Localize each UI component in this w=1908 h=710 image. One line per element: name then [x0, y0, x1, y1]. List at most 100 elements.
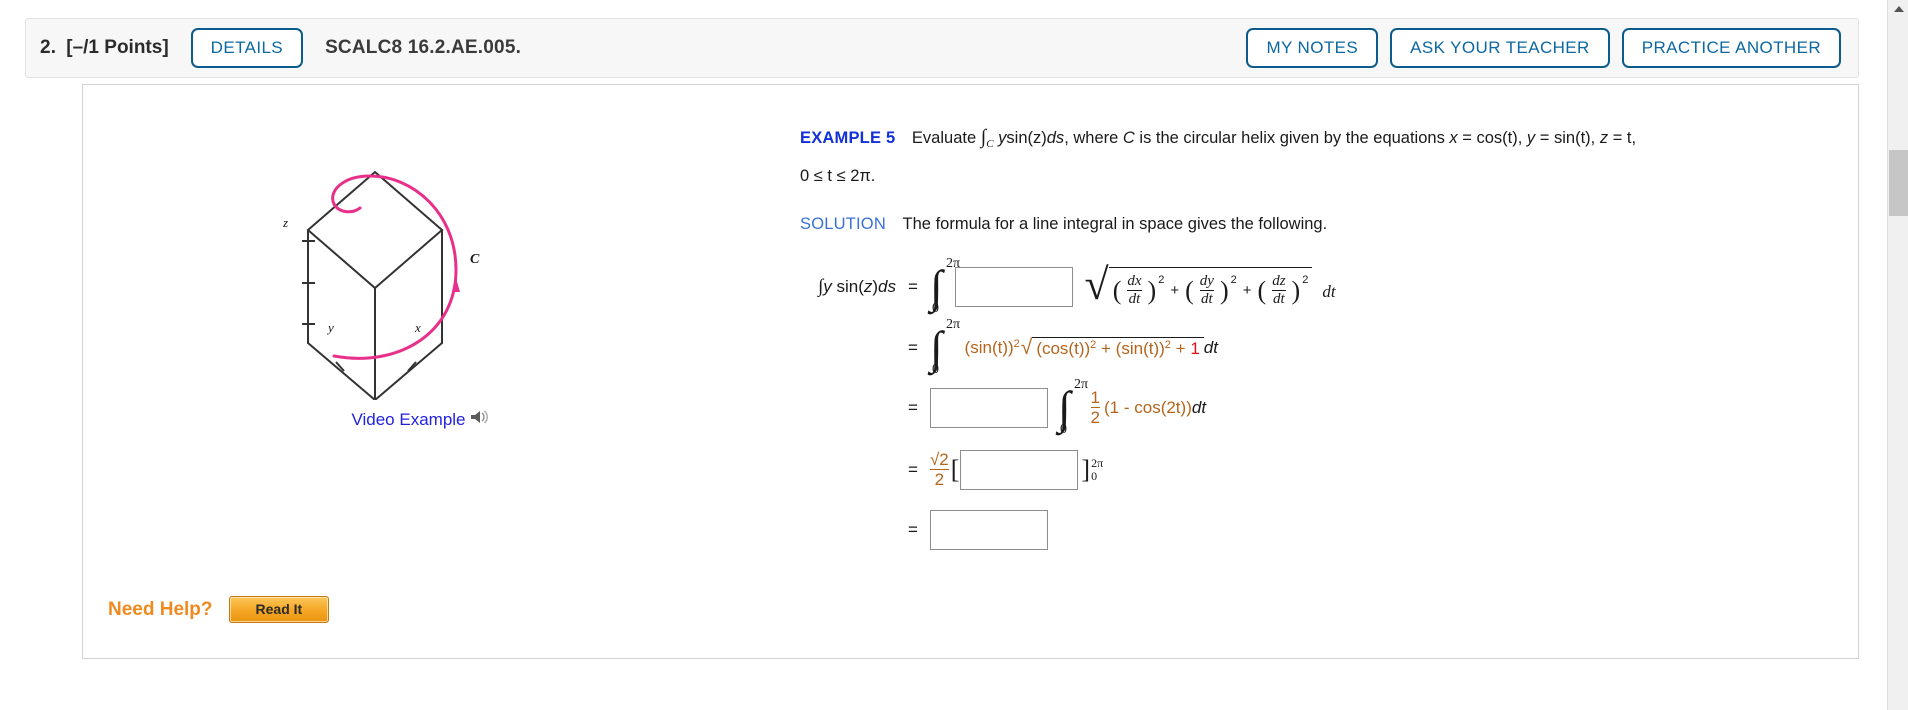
answer-input-3[interactable] [960, 450, 1079, 490]
radical-expression-2: √ (cos(t))2 + (sin(t))2 + 1 [1021, 337, 1204, 359]
equation-line-5: = [896, 501, 1760, 559]
exponent-2: 2 [1230, 273, 1237, 286]
coef-denominator: 2 [929, 469, 949, 489]
bracket-close: ] [1081, 455, 1091, 484]
evaluation-limits: 2π 0 [1091, 457, 1103, 482]
solution-tag: SOLUTION [800, 215, 886, 233]
plus-sign-2: + [1242, 282, 1252, 299]
eq-x-value: = cos(t), [1462, 129, 1523, 147]
scroll-up-arrow-icon[interactable] [1888, 0, 1908, 18]
page-root: 2. [–/1 Points] DETAILS SCALC8 16.2.AE.0… [0, 0, 1908, 710]
math-column: EXAMPLE 5 Evaluate ∫C ysin(z)ds, where C… [800, 122, 1760, 559]
line2-sin-squared: (sin(t))2 [964, 338, 1020, 357]
radical-expression-1: √ ( dx dt ) 2 + ( dy dt) 2 + (dz dt) … [1084, 259, 1313, 309]
video-example-link[interactable]: Video Example [260, 408, 580, 431]
sin-squared: (sin(t))2 [1115, 339, 1171, 358]
fraction-dz-dt: dz dt [1272, 272, 1286, 308]
helix-figure: z y x C .figure-box svg text[data-name="… [260, 100, 580, 401]
line3-paren-expr: (1 - cos(2t)) [1104, 398, 1192, 417]
equals-sign-1: = [908, 277, 918, 296]
read-it-button[interactable]: Read It [228, 596, 330, 623]
fraction-numerator: dy [1199, 272, 1214, 289]
radical-sign-1: √ [1084, 259, 1109, 309]
integral-lower-limit-3: 0 [1059, 422, 1067, 437]
fraction-numerator: 1 [1090, 388, 1101, 408]
equals-sign-4: = [908, 460, 918, 479]
axis-label-z: z [282, 215, 288, 230]
fraction-denominator: dt [1199, 289, 1214, 307]
integral-upper-limit-2: 2π [945, 317, 961, 332]
my-notes-button[interactable]: MY NOTES [1246, 28, 1379, 68]
coefficient-sqrt2-over-2: √2 2 [929, 450, 949, 489]
solution-statement: SOLUTION The formula for a line integral… [800, 209, 1760, 239]
exponent-1: 2 [1158, 273, 1165, 286]
eval-lower-limit: 0 [1091, 469, 1098, 483]
differential-ds: ds [1046, 129, 1065, 147]
curve-var-c: C [1122, 129, 1135, 147]
integral-sign-3: ∫ 2π 0 [1057, 377, 1089, 437]
figure-column: z y x C .figure-box svg text[data-name="… [260, 100, 580, 431]
cos-squared: (cos(t))2 [1036, 339, 1097, 358]
integral-sign-2: ∫ 2π 0 [929, 317, 961, 377]
fraction-numerator: dz [1272, 272, 1286, 289]
plus-sign-4: + [1175, 339, 1186, 358]
ask-your-teacher-button[interactable]: ASK YOUR TEACHER [1390, 28, 1610, 68]
paren-close-1: ) [1147, 275, 1157, 305]
integral-upper-limit-3: 2π [1073, 377, 1089, 392]
integral-lower-limit-1: 0 [931, 301, 939, 316]
radical-body-1: ( dx dt ) 2 + ( dy dt ) 2 + (dz dt) 2 [1108, 266, 1313, 308]
line2-expression: (sin(t))2 √ (cos(t))2 + (sin(t))2 + 1 dt [965, 337, 1218, 359]
equation-line-2: = ∫ 2π 0 (sin(t))2 √ (cos(t))2 + (sin(t)… [896, 317, 1760, 377]
dt-label-3: dt [1191, 398, 1207, 417]
fraction-numerator: dx [1127, 272, 1142, 289]
plus-sign-1: + [1170, 282, 1180, 299]
answer-input-4[interactable] [929, 510, 1048, 550]
video-example-label: Video Example [351, 409, 466, 429]
header-actions: MY NOTES ASK YOUR TEACHER PRACTICE ANOTH… [1246, 28, 1841, 68]
example-text-3: is the circular helix given by the equat… [1139, 129, 1445, 147]
plus-sign-3: + [1101, 339, 1111, 358]
dt-label-2: dt [1203, 338, 1218, 357]
details-button[interactable]: DETAILS [190, 28, 304, 68]
solution-text: The formula for a line integral in space… [902, 215, 1328, 233]
assignment-code: SCALC8 16.2.AE.005. [325, 37, 522, 58]
dt-label-1: dt [1322, 282, 1336, 301]
radical-body-2: (cos(t))2 + (sin(t))2 + 1 [1032, 337, 1204, 359]
answer-input-1[interactable] [954, 267, 1073, 307]
example-statement: EXAMPLE 5 Evaluate ∫C ysin(z)ds, where C… [800, 122, 1760, 191]
paren-open-3: ( [1257, 275, 1267, 305]
curve-arrow-icon [452, 278, 460, 292]
example-text-2: , where [1064, 129, 1119, 147]
paren-close-3: ) [1291, 275, 1301, 305]
equation-lhs: ∫y sin(z)ds [818, 276, 896, 297]
equation-block: ∫y sin(z)ds = ∫ 2π 0 √ ( dx dt) 2 + (d… [800, 255, 1760, 559]
fraction-denominator: 2 [1090, 407, 1101, 427]
filled-answer-1: 1 [1190, 339, 1200, 358]
question-number: 2. [40, 37, 57, 58]
line3-expression: 1 2 (1 - cos(2t)) dt [1090, 388, 1207, 427]
points-label: [–/1 Points] [66, 37, 169, 58]
practice-another-button[interactable]: PRACTICE ANOTHER [1621, 28, 1841, 68]
example-tag: EXAMPLE 5 [800, 129, 896, 147]
integrand-sin: sin(z) [1006, 129, 1047, 147]
curve-label-c: C [470, 252, 480, 267]
scrollbar-thumb[interactable] [1889, 150, 1908, 216]
question-header: 2. [–/1 Points] DETAILS SCALC8 16.2.AE.0… [25, 18, 1859, 78]
equals-sign-3: = [908, 398, 918, 417]
example-text-1: Evaluate [911, 129, 977, 147]
paren-open-2: ( [1185, 275, 1194, 305]
vertical-scrollbar[interactable] [1887, 0, 1908, 710]
fraction-dx-dt: dx dt [1127, 272, 1142, 308]
coef-numerator: √2 [929, 450, 949, 470]
eq-y-value: = sin(t), [1539, 129, 1596, 147]
example-domain: 0 ≤ t ≤ 2π. [800, 167, 876, 185]
eq-z-var: z [1599, 129, 1609, 147]
equation-line-3: = ∫ 2π 0 1 2 (1 - cos(2t)) dt [896, 377, 1760, 439]
bracket-open: [ [950, 455, 960, 484]
answer-input-2[interactable] [929, 388, 1048, 428]
integral-lower-limit-2: 0 [931, 362, 939, 377]
fraction-dy-dt: dy dt [1199, 272, 1214, 308]
equation-line-4: = √2 2 [ ] 2π 0 [896, 439, 1760, 501]
fraction-one-half: 1 2 [1090, 388, 1101, 427]
equals-sign-5: = [908, 520, 918, 539]
